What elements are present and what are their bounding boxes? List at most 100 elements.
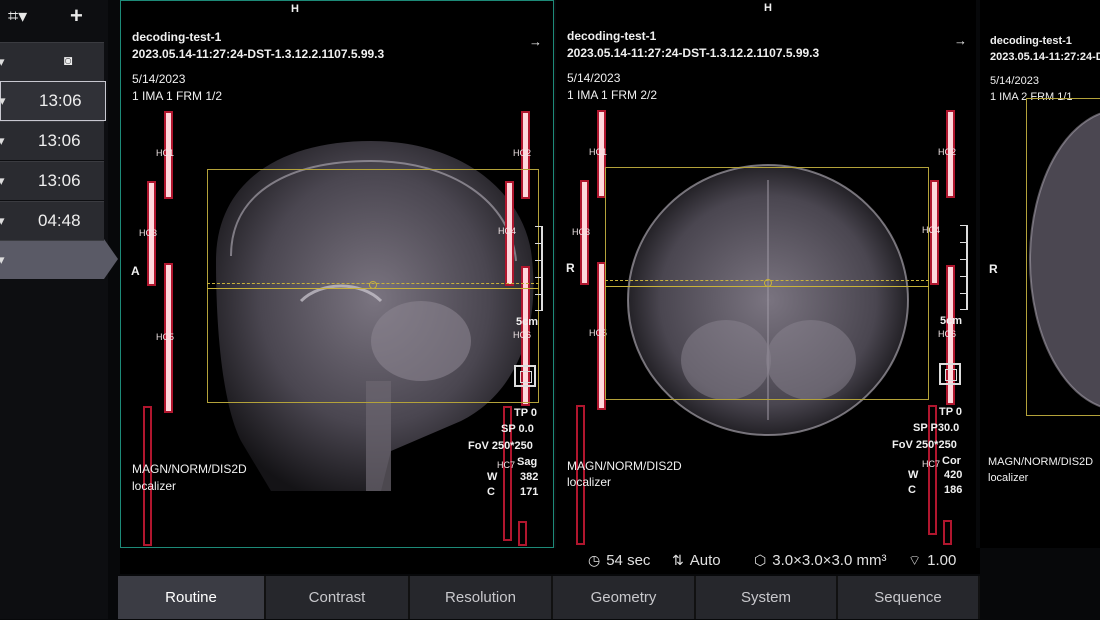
study-id: 2023.05.14-11:27:24-DST-1.3.12.2 xyxy=(990,51,1100,63)
scan-time: ◷ 54 sec xyxy=(588,552,650,569)
tab-geometry[interactable]: Geometry xyxy=(553,576,696,619)
param-sp: SP P30.0 xyxy=(913,422,960,434)
protocol-label: localizer xyxy=(132,479,177,493)
param-w-label: W xyxy=(487,471,498,483)
coil-label: HC7 xyxy=(497,460,516,470)
slice-center-handle[interactable] xyxy=(369,281,377,289)
parameter-tabs: Routine Contrast Resolution Geometry Sys… xyxy=(118,576,980,619)
queue-item-time: 13:06 xyxy=(38,171,81,190)
frame-toggle-icon[interactable] xyxy=(514,365,536,387)
sequence-label: MAGN/NORM/DIS2D xyxy=(132,462,247,476)
queue-item-time: 04:48 xyxy=(38,211,81,230)
orientation-left: R xyxy=(989,262,998,276)
slice-planning-box[interactable] xyxy=(1026,98,1100,416)
chevron-down-icon[interactable]: ▾ xyxy=(0,133,5,149)
frame-info: 1 IMA 1 FRM 1/2 xyxy=(132,89,223,103)
study-date: 5/14/2023 xyxy=(990,75,1039,87)
sequence-label: MAGN/NORM/DIS2D xyxy=(567,459,682,473)
exam-queue-panel: ⌗▾ + ▾ ◙ ▾ 13:06 ▾ 13:06 ▾ 13:06 ▾ 04:48… xyxy=(0,0,118,619)
scale-ruler xyxy=(956,225,968,310)
study-date: 5/14/2023 xyxy=(567,71,621,85)
snr-value: 1.00 xyxy=(927,552,957,569)
chevron-down-icon[interactable]: ▾ xyxy=(0,93,6,109)
param-fov: FoV 250*250 xyxy=(468,440,533,452)
frame-toggle-icon[interactable] xyxy=(939,363,961,385)
param-c: 171 xyxy=(520,486,539,498)
queue-header-row: ▾ ◙ xyxy=(0,42,104,81)
queue-item[interactable]: ▾ 13:06 xyxy=(0,161,104,200)
tab-resolution[interactable]: Resolution xyxy=(410,576,553,619)
arrow-right-icon[interactable]: → xyxy=(529,34,542,49)
scale-ruler xyxy=(531,226,543,311)
coil-bar-small xyxy=(518,521,527,546)
protocol-label: localizer xyxy=(988,472,1029,484)
study-id: 2023.05.14-11:27:24-DST-1.3.12.2.1107.5.… xyxy=(567,46,820,60)
queue-item[interactable]: ▾ 04:48 xyxy=(0,201,104,240)
orientation-left: R xyxy=(566,261,575,275)
coil-label: HC3 xyxy=(572,227,591,237)
plus-icon[interactable]: + xyxy=(70,3,83,29)
coil-label: HC5 xyxy=(156,332,175,342)
param-w: 382 xyxy=(520,471,539,483)
viewport-coronal[interactable]: H → decoding-test-1 2023.05.14-11:27:24-… xyxy=(556,0,976,548)
coil-label: HC1 xyxy=(156,148,175,158)
param-c-label: C xyxy=(487,486,495,498)
param-tp: TP 0 xyxy=(939,406,963,418)
sequence-label: MAGN/NORM/DIS2D xyxy=(988,456,1094,468)
study-date: 5/14/2023 xyxy=(132,72,186,86)
snr: ⌔ 1.00 xyxy=(908,552,956,570)
queue-item[interactable]: ▾ 13:06 xyxy=(0,81,106,121)
param-c: 186 xyxy=(944,484,963,496)
tab-contrast[interactable]: Contrast xyxy=(266,576,410,619)
tab-routine[interactable]: Routine xyxy=(118,576,266,619)
queue-item-active[interactable]: ▾ xyxy=(0,240,104,279)
orientation-top: H xyxy=(291,3,299,15)
signal-icon: ⌔ xyxy=(908,552,922,568)
orientation-left: A xyxy=(131,264,140,278)
patient-name: decoding-test-1 xyxy=(567,29,657,43)
param-sp: SP 0.0 xyxy=(501,423,534,435)
study-id: 2023.05.14-11:27:24-DST-1.3.12.2.1107.5.… xyxy=(132,47,385,61)
param-plane: Cor xyxy=(942,455,961,467)
viewport-third[interactable]: decoding-test-1 2023.05.14-11:27:24-DST-… xyxy=(980,0,1100,548)
arrow-right-icon[interactable]: → xyxy=(954,33,967,48)
frame-info: 1 IMA 1 FRM 2/2 xyxy=(567,88,658,102)
scale-label: 5cm xyxy=(516,316,539,328)
chevron-down-icon[interactable]: ▾ xyxy=(0,213,5,229)
patient-name: decoding-test-1 xyxy=(990,35,1072,47)
coil-label: HC1 xyxy=(589,147,608,157)
tab-sequence[interactable]: Sequence xyxy=(838,576,980,619)
hierarchy-icon[interactable]: ⌗▾ xyxy=(8,6,27,27)
coil-label: HC2 xyxy=(938,147,957,157)
coil-label: HC7 xyxy=(922,459,941,469)
scan-time-value: 54 sec xyxy=(606,552,651,569)
protocol-label: localizer xyxy=(567,475,612,489)
param-plane: Sag xyxy=(517,456,538,468)
param-w-label: W xyxy=(908,469,919,481)
cube-icon: ⬡ xyxy=(754,552,767,568)
queue-item-time: 13:06 xyxy=(39,91,82,110)
coil-label: HC3 xyxy=(139,228,158,238)
coil-label: HC6 xyxy=(938,329,957,339)
queue-item-time: 13:06 xyxy=(38,131,81,150)
param-c-label: C xyxy=(908,484,916,496)
status-icon: ◙ xyxy=(64,52,73,68)
queue-item[interactable]: ▾ 13:06 xyxy=(0,121,104,160)
orientation-top: H xyxy=(764,2,772,14)
stopwatch-icon: ◷ xyxy=(588,552,601,568)
queue-toolbar: ⌗▾ + xyxy=(0,0,108,36)
param-tp: TP 0 xyxy=(514,407,538,419)
viewport-sagittal[interactable]: H → decoding-test-1 2023.05.14-11:27:24-… xyxy=(120,0,554,548)
active-indicator-arrow xyxy=(104,239,118,279)
scan-status-bar: ◷ 54 sec ⇅ Auto ⬡ 3.0×3.0×3.0 mm³ ⌔ 1.00 xyxy=(120,548,980,574)
breathing-icon: ⇅ xyxy=(672,552,684,568)
voxel-size-value: 3.0×3.0×3.0 mm³ xyxy=(772,552,887,569)
chevron-down-icon[interactable]: ▾ xyxy=(0,54,5,70)
slice-center-handle[interactable] xyxy=(764,279,772,287)
chevron-down-icon[interactable]: ▾ xyxy=(0,173,5,189)
tab-system[interactable]: System xyxy=(696,576,838,619)
voxel-size: ⬡ 3.0×3.0×3.0 mm³ xyxy=(754,552,886,569)
param-fov: FoV 250*250 xyxy=(892,439,957,451)
breathing-mode: ⇅ Auto xyxy=(672,552,721,569)
chevron-down-icon[interactable]: ▾ xyxy=(0,252,5,268)
